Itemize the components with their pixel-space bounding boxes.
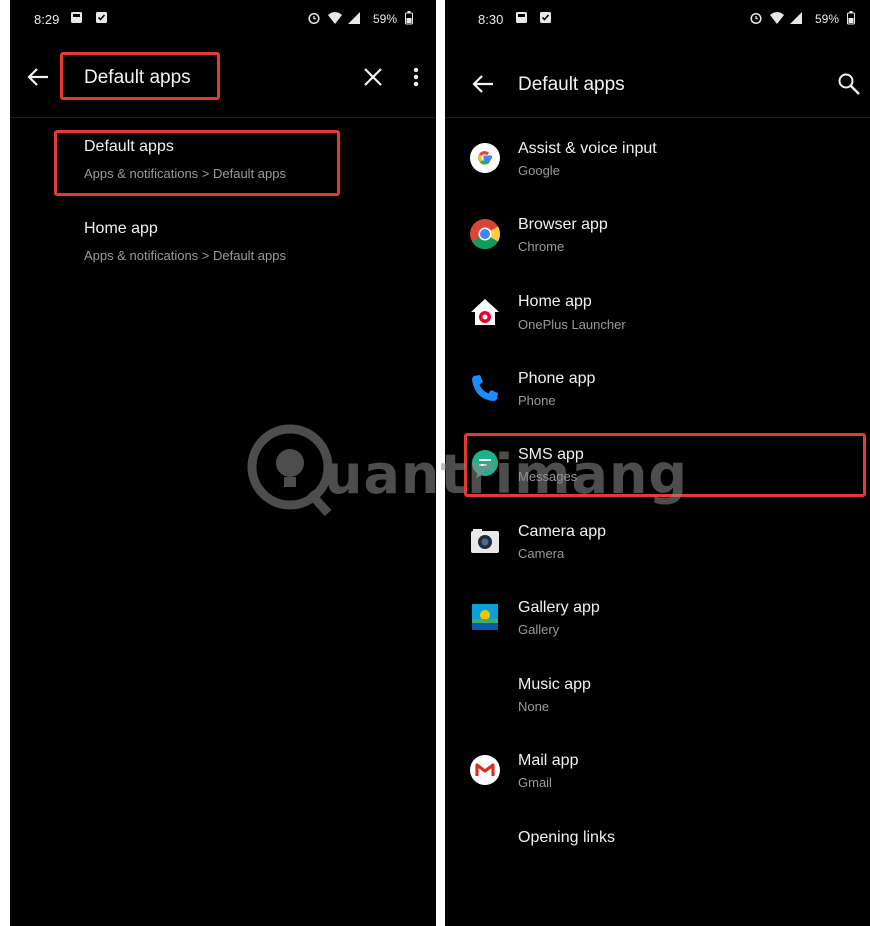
back-arrow-icon[interactable] [471, 73, 495, 100]
google-icon [469, 142, 501, 174]
item-subtitle: Phone [518, 393, 556, 408]
gmail-icon [469, 754, 501, 786]
item-subtitle: OnePlus Launcher [518, 317, 626, 332]
item-subtitle: Gmail [518, 775, 552, 790]
item-title: Camera app [518, 523, 607, 540]
item-title: Home app [518, 293, 592, 310]
toolbar-divider [10, 117, 436, 118]
app-bar: Default apps [445, 40, 870, 118]
camera-icon [469, 525, 501, 557]
signal-icon [789, 11, 803, 28]
status-time: 8:29 [34, 12, 60, 27]
search-query-highlight [60, 52, 220, 100]
item-subtitle: Gallery [518, 622, 560, 637]
chrome-icon [469, 218, 501, 250]
notification-image-icon [70, 11, 83, 27]
result-highlight [54, 130, 340, 196]
home-icon [469, 296, 501, 328]
status-bar: 8:29 59% [10, 0, 436, 40]
item-subtitle: Camera [518, 546, 565, 561]
status-time: 8:30 [478, 12, 504, 27]
phone-icon [469, 372, 501, 404]
more-options-icon[interactable] [413, 67, 419, 94]
item-title: Music app [518, 676, 591, 693]
item-subtitle: Chrome [518, 239, 565, 254]
battery-percentage: 59% [815, 12, 840, 26]
notification-check-icon [539, 11, 552, 27]
item-subtitle: Google [518, 163, 560, 178]
item-title: Mail app [518, 752, 579, 769]
item-title: Gallery app [518, 599, 600, 616]
page-title: Default apps [518, 74, 625, 95]
battery-icon [405, 11, 413, 28]
item-subtitle: None [518, 699, 550, 714]
result-path: Apps & notifications > Default apps [84, 248, 286, 263]
left-phone-screen: 8:29 59% Default apps Default apps Apps … [10, 0, 436, 926]
wifi-icon [327, 11, 343, 28]
back-arrow-icon[interactable] [26, 66, 50, 93]
gallery-icon [469, 601, 501, 633]
item-title: Assist & voice input [518, 140, 657, 157]
sms-app-highlight [464, 433, 866, 497]
app-bar-divider [445, 117, 870, 118]
item-title: Phone app [518, 370, 596, 387]
battery-percentage: 59% [373, 12, 398, 26]
clear-search-icon[interactable] [363, 67, 383, 92]
signal-icon [347, 11, 361, 28]
item-title: Browser app [518, 216, 608, 233]
item-title: Opening links [518, 829, 615, 846]
wifi-icon [769, 11, 785, 28]
battery-icon [847, 11, 855, 28]
alarm-icon [749, 11, 763, 28]
search-icon[interactable] [837, 72, 861, 101]
notification-check-icon [95, 11, 108, 27]
result-title: Home app [84, 220, 158, 237]
status-bar: 8:30 59% [445, 0, 870, 40]
right-phone-screen: 8:30 59% Default apps Assist & voice inp… [445, 0, 870, 926]
alarm-icon [307, 11, 321, 28]
notification-image-icon [515, 11, 528, 27]
